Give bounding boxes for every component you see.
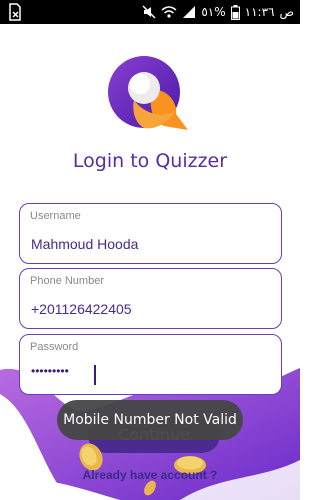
wifi-icon [161, 6, 177, 18]
password-value: ••••••••• [31, 364, 69, 378]
phone-value: +201126422405 [31, 301, 132, 317]
phone-field[interactable]: Phone Number +201126422405 [19, 268, 282, 329]
username-field[interactable]: Username Mahmoud Hooda [19, 203, 282, 264]
error-toast: Mobile Number Not Valid [57, 400, 243, 440]
username-value: Mahmoud Hooda [31, 236, 139, 252]
password-field[interactable]: Password ••••••••• [19, 334, 282, 395]
already-have-account-link[interactable]: Already have account ? [0, 468, 300, 482]
battery-icon [230, 4, 240, 20]
signal-icon [183, 6, 196, 18]
clock-period: ص [279, 5, 294, 19]
clock-time: ١١:٣٦ [244, 5, 275, 19]
phone-label: Phone Number [30, 275, 104, 287]
mute-icon [142, 5, 156, 19]
quizzer-logo [108, 56, 188, 130]
status-bar: ٥١% ١١:٣٦ ص [0, 0, 300, 24]
page-title: Login to Quizzer [72, 150, 228, 172]
login-screen: ٥١% ١١:٣٦ ص Login to Quizzer Username Ma… [0, 0, 300, 500]
username-label: Username [30, 210, 81, 222]
text-cursor [94, 365, 96, 385]
sim-error-icon [9, 3, 21, 21]
battery-percent: ٥١% [201, 5, 226, 19]
password-label: Password [30, 341, 79, 353]
